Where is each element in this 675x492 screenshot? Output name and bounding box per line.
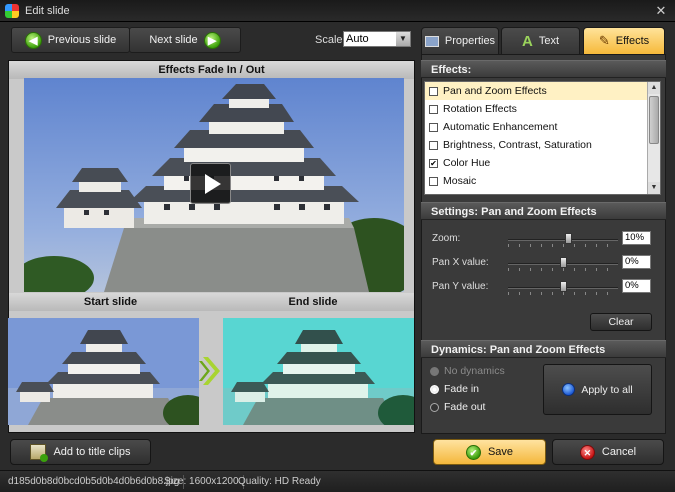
dynamics-header: Dynamics: Pan and Zoom Effects (421, 340, 666, 358)
add-to-title-clips-button[interactable]: Add to title clips (10, 439, 151, 465)
chevron-down-icon: ▼ (396, 32, 410, 46)
end-slide-thumbnail[interactable] (223, 318, 414, 425)
effect-item-label: Color Hue (443, 157, 491, 169)
effects-wand-icon: ✎ (598, 33, 610, 48)
add-to-title-clips-label: Add to title clips (53, 446, 131, 458)
next-slide-label: Next slide (149, 34, 198, 46)
pan-x-value-field[interactable]: 0% (622, 255, 651, 269)
tab-text[interactable]: A Text (501, 27, 580, 54)
effect-item-label: Pan and Zoom Effects (443, 85, 547, 97)
effects-scrollbar[interactable]: ▲ ▼ (647, 82, 660, 194)
checkbox-checked[interactable]: ✔ (429, 158, 438, 168)
arrow-right-icon: ▶ (203, 31, 221, 49)
checkbox[interactable] (429, 86, 438, 96)
previous-slide-label: Previous slide (47, 34, 117, 46)
checkmark-icon: ✔ (465, 444, 481, 460)
status-filename: d185d0b8d0bcd0b5d0b4d0b6d0b8.jpg (4, 475, 185, 489)
slider-knob[interactable] (560, 281, 567, 292)
pan-y-value-field[interactable]: 0% (622, 279, 651, 293)
scrollbar-thumb[interactable] (649, 96, 659, 144)
checkbox[interactable] (429, 122, 438, 132)
tab-properties-label: Properties (444, 35, 496, 47)
radio-fade-out[interactable]: Fade out (430, 400, 485, 414)
effects-list[interactable]: Pan and Zoom Effects Rotation Effects Au… (424, 81, 661, 195)
cancel-label: Cancel (601, 446, 637, 458)
arrow-left-icon: ◀ (24, 31, 42, 49)
checkbox[interactable] (429, 176, 438, 186)
radio-button[interactable] (430, 384, 439, 394)
effect-item-mosaic[interactable]: Mosaic (425, 172, 660, 190)
scale-value: Auto (346, 33, 369, 45)
next-slide-button[interactable]: Next slide ▶ (129, 27, 241, 53)
checkbox[interactable] (429, 140, 438, 150)
effect-item-color-hue[interactable]: ✔ Color Hue (425, 154, 660, 172)
save-button[interactable]: ✔ Save (433, 439, 546, 465)
start-slide-label: Start slide (9, 293, 212, 311)
text-icon: A (521, 32, 533, 50)
radio-button[interactable] (430, 366, 439, 376)
scroll-up-icon[interactable]: ▲ (648, 82, 660, 94)
radio-no-dynamics[interactable]: No dynamics (430, 364, 505, 378)
cancel-icon: ✕ (579, 444, 595, 460)
status-size: Size: 1600x1200 (160, 475, 244, 489)
save-label: Save (487, 446, 514, 458)
properties-icon (424, 35, 439, 47)
preview-header: Effects Fade In / Out (9, 61, 414, 79)
radio-button[interactable] (430, 402, 439, 412)
effects-header: Effects: (421, 60, 666, 78)
zoom-label: Zoom: (432, 233, 461, 244)
title-bar: Edit slide ✕ (0, 0, 675, 22)
effect-item-label: Mosaic (443, 175, 477, 187)
effect-item-brightness[interactable]: Brightness, Contrast, Saturation (425, 136, 660, 154)
play-button[interactable] (190, 163, 231, 204)
effect-item-label: Brightness, Contrast, Saturation (443, 139, 592, 151)
film-add-icon (30, 444, 49, 462)
effect-item-label: Automatic Enhancement (443, 121, 558, 133)
radio-fade-in[interactable]: Fade in (430, 382, 479, 396)
zoom-slider[interactable] (508, 233, 618, 247)
slider-knob[interactable] (565, 233, 572, 244)
scroll-down-icon[interactable]: ▼ (648, 182, 660, 194)
radio-label: No dynamics (444, 365, 505, 377)
status-bar: d185d0b8d0bcd0b5d0b4d0b6d0b8.jpg Size: 1… (0, 470, 675, 492)
apply-to-all-label: Apply to all (581, 383, 633, 396)
effect-item-pan-zoom[interactable]: Pan and Zoom Effects (425, 82, 660, 100)
pan-y-slider[interactable] (508, 281, 618, 295)
apply-to-all-button[interactable]: Apply to all (543, 364, 652, 415)
radio-label: Fade out (444, 401, 486, 413)
tab-effects[interactable]: ✎ Effects (583, 27, 665, 54)
shield-icon (562, 383, 576, 396)
effect-item-label: Rotation Effects (443, 103, 517, 115)
status-quality: Quality: HD Ready (238, 476, 321, 487)
zoom-value-field[interactable]: 10% (622, 231, 651, 245)
tab-properties[interactable]: Properties (421, 27, 499, 54)
close-icon[interactable]: ✕ (652, 3, 670, 19)
tab-text-label: Text (538, 35, 560, 47)
scale-label: Scale: (315, 34, 346, 46)
pan-x-label: Pan X value: (432, 257, 489, 268)
transition-arrow-icon (199, 355, 223, 387)
app-icon (5, 4, 19, 18)
scale-select[interactable]: Auto ▼ (343, 31, 411, 47)
clear-button[interactable]: Clear (590, 313, 652, 331)
pan-y-label: Pan Y value: (432, 281, 489, 292)
checkbox[interactable] (429, 104, 438, 114)
cancel-button[interactable]: ✕ Cancel (552, 439, 664, 465)
tab-effects-label: Effects (615, 35, 650, 47)
pan-x-slider[interactable] (508, 257, 618, 271)
settings-header: Settings: Pan and Zoom Effects (421, 202, 666, 220)
effect-item-rotation[interactable]: Rotation Effects (425, 100, 660, 118)
window-title: Edit slide (25, 5, 70, 17)
slider-knob[interactable] (560, 257, 567, 268)
start-slide-thumbnail[interactable] (8, 318, 199, 425)
radio-label: Fade in (444, 383, 480, 395)
end-slide-label: End slide (212, 293, 414, 311)
effect-item-auto-enhance[interactable]: Automatic Enhancement (425, 118, 660, 136)
previous-slide-button[interactable]: ◀ Previous slide (11, 27, 130, 53)
